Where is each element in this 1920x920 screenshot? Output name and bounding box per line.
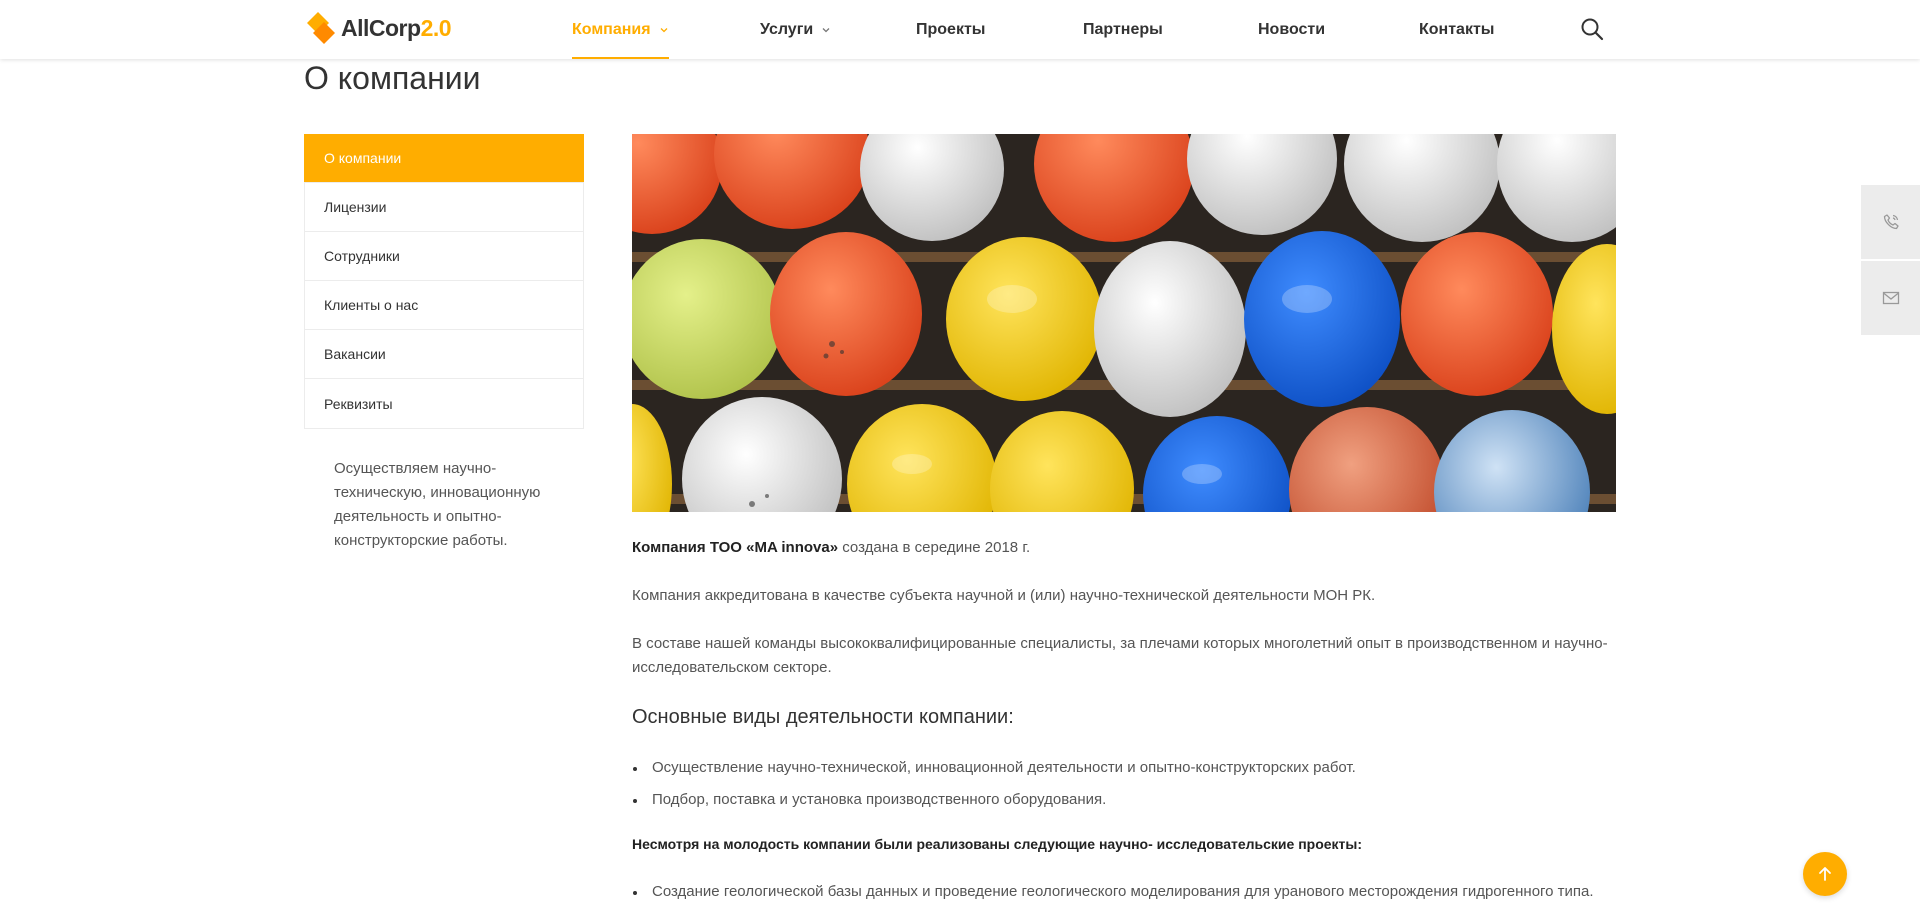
- mail-icon: [1882, 291, 1899, 305]
- nav-item-company[interactable]: Компания: [572, 0, 669, 59]
- sidebar-item-vacancies[interactable]: Вакансии: [305, 330, 583, 379]
- sidebar-item-reviews[interactable]: Клиенты о нас: [305, 281, 583, 330]
- projects-list: Создание геологической базы данных и про…: [632, 880, 1616, 912]
- logo[interactable]: AllCorp 2.0: [304, 11, 452, 45]
- email-button[interactable]: [1861, 261, 1920, 335]
- nav-item-projects[interactable]: Проекты: [916, 0, 985, 59]
- logo-mark-icon: [307, 12, 335, 44]
- search-icon[interactable]: [1580, 17, 1604, 41]
- hard-hats-illustration: [632, 134, 1616, 512]
- nav-item-news[interactable]: Новости: [1258, 0, 1325, 59]
- activities-heading: Основные виды деятельности компании:: [632, 706, 1014, 728]
- sidebar-item-staff[interactable]: Сотрудники: [305, 232, 583, 281]
- list-item: Осуществление научно-технической, иннова…: [632, 756, 1356, 780]
- intro-paragraph: Компания ТОО «MA innova» создана в серед…: [632, 536, 1030, 560]
- sidebar-item-licenses[interactable]: Лицензии: [305, 183, 583, 232]
- activities-list: Осуществление научно-технической, иннова…: [632, 756, 1356, 820]
- nav-item-label: Контакты: [1419, 20, 1495, 38]
- chevron-down-icon: [660, 27, 668, 32]
- phone-icon: [1883, 214, 1899, 230]
- callback-button[interactable]: [1861, 185, 1920, 259]
- list-item: Подбор, поставка и установка производств…: [632, 788, 1356, 812]
- list-item: Создание геологической базы данных и про…: [632, 880, 1616, 904]
- nav-item-contacts[interactable]: Контакты: [1419, 0, 1494, 59]
- arrow-up-icon: [1819, 867, 1831, 881]
- page-title: О компании: [304, 60, 481, 96]
- scroll-top-button[interactable]: [1803, 852, 1847, 896]
- hero-image: [632, 134, 1616, 512]
- nav-item-label: Партнеры: [1083, 20, 1163, 38]
- company-name: Компания ТОО «MA innova»: [632, 539, 839, 556]
- logo-name: AllCorp: [341, 14, 421, 41]
- sidebar-item-about[interactable]: О компании: [304, 134, 584, 183]
- sidebar-menu: О компании Лицензии Сотрудники Клиенты о…: [304, 134, 584, 429]
- intro-rest: создана в середине 2018 г.: [838, 539, 1031, 556]
- nav-item-label: Компания: [572, 20, 651, 38]
- nav-item-label: Проекты: [916, 20, 986, 38]
- site-header: AllCorp 2.0 Компания Услуги Проекты Парт…: [0, 0, 1920, 59]
- projects-heading: Несмотря на молодость компании были реал…: [632, 836, 1363, 852]
- logo-version: 2.0: [420, 14, 452, 41]
- accreditation-paragraph: Компания аккредитована в качестве субъек…: [632, 587, 1376, 604]
- nav-item-partners[interactable]: Партнеры: [1083, 0, 1163, 59]
- nav-item-label: Новости: [1258, 20, 1326, 38]
- team-paragraph: В составе нашей команды высококвалифицир…: [632, 635, 1608, 676]
- sidebar-item-requisites[interactable]: Реквизиты: [305, 379, 583, 428]
- nav-item-services[interactable]: Услуги: [760, 0, 831, 59]
- nav-item-label: Услуги: [760, 20, 814, 38]
- chevron-down-icon: [822, 27, 830, 32]
- sidebar-description: Осуществляем научно-техническую, инновац…: [334, 460, 541, 549]
